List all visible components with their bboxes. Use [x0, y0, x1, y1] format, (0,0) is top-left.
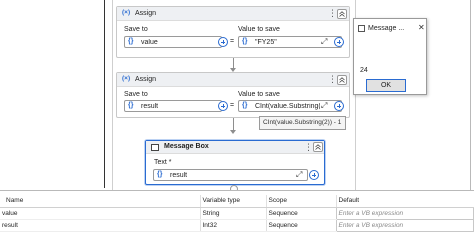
variable-type[interactable]: String: [199, 207, 266, 220]
more-vertical-icon[interactable]: ⋮: [328, 8, 337, 18]
value-to-save-value: CInt(value.Substring(2)): [255, 102, 320, 110]
curly-braces-icon: {}: [242, 102, 248, 109]
save-to-label: Save to: [124, 91, 148, 98]
text-label: Text *: [154, 159, 172, 166]
canvas-scrollbar-edge: [470, 0, 471, 190]
expand-arrows-icon[interactable]: ⤢: [321, 37, 327, 47]
expand-arrows-icon[interactable]: ⤢: [321, 101, 327, 111]
save-to-field[interactable]: {} value: [124, 36, 222, 48]
assign-x-icon: (×): [122, 75, 131, 82]
save-to-field[interactable]: {} result: [124, 100, 222, 112]
dialog-message: 24: [360, 67, 368, 74]
curly-braces-icon: {}: [157, 171, 163, 178]
dialog-title: Message ...: [368, 25, 405, 32]
table-row[interactable]: value String Sequence Enter a VB express…: [0, 206, 474, 220]
curly-braces-icon: {}: [128, 38, 134, 45]
column-header-default[interactable]: Default: [335, 195, 474, 208]
variable-default-input[interactable]: Enter a VB expression: [335, 206, 474, 220]
chevron-up-double-icon[interactable]: [337, 9, 347, 19]
variable-scope[interactable]: Sequence: [265, 219, 336, 232]
activity-title: Message Box: [164, 143, 209, 150]
more-vertical-icon[interactable]: ⋮: [328, 74, 337, 84]
plus-circle-icon[interactable]: [334, 101, 344, 111]
plus-circle-icon[interactable]: [309, 170, 319, 180]
assign-x-icon: (×): [122, 9, 131, 16]
ok-button[interactable]: OK: [366, 79, 406, 92]
assign-activity-header[interactable]: (×) Assign ⋮: [117, 73, 349, 87]
expression-tooltip: CInt(value.Substring(2)) - 1: [259, 116, 346, 130]
save-to-value: value: [141, 38, 158, 46]
variables-panel: Name Variable type Scope Default value S…: [0, 190, 474, 248]
variable-name[interactable]: value: [0, 207, 200, 220]
curly-braces-icon: {}: [242, 38, 248, 45]
text-field[interactable]: {} result: [153, 169, 308, 181]
column-header-variable-type[interactable]: Variable type: [199, 195, 266, 208]
plus-circle-icon[interactable]: [334, 37, 344, 47]
message-box-icon: [151, 144, 159, 151]
variables-header-row: Name Variable type Scope Default: [0, 195, 474, 208]
canvas-left-divider: [104, 0, 105, 188]
variable-type[interactable]: Int32: [199, 219, 266, 232]
variables-table: Name Variable type Scope Default value S…: [0, 195, 474, 232]
value-to-save-label: Value to save: [238, 91, 280, 98]
save-to-label: Save to: [124, 26, 148, 33]
close-icon[interactable]: ✕: [418, 23, 425, 32]
table-row[interactable]: result Int32 Sequence Enter a VB express…: [0, 218, 474, 232]
variable-name[interactable]: result: [0, 219, 200, 232]
value-to-save-value: "FY25": [255, 38, 277, 46]
more-vertical-icon[interactable]: ⋮: [304, 142, 313, 152]
assign-activity-2[interactable]: (×) Assign ⋮ Save to Value to save {} re…: [116, 72, 350, 118]
expand-arrows-icon[interactable]: ⤢: [296, 170, 302, 180]
equals-sign: =: [230, 38, 235, 45]
activity-title: Assign: [135, 76, 157, 83]
save-to-value: result: [141, 102, 159, 110]
column-header-name[interactable]: Name: [0, 195, 200, 208]
assign-activity-1[interactable]: (×) Assign ⋮ Save to Value to save {} va…: [116, 6, 350, 58]
variable-default-input[interactable]: Enter a VB expression: [335, 218, 474, 232]
plus-circle-icon[interactable]: [218, 101, 228, 111]
value-to-save-label: Value to save: [238, 26, 280, 33]
equals-sign: =: [230, 102, 235, 109]
column-header-scope[interactable]: Scope: [265, 195, 336, 208]
connector-arrow: [230, 130, 236, 134]
activity-title: Assign: [135, 10, 157, 17]
variable-scope[interactable]: Sequence: [265, 207, 336, 220]
message-box-activity[interactable]: Message Box ⋮ Text * {} result ⤢: [145, 140, 325, 185]
message-box-header[interactable]: Message Box ⋮: [146, 141, 324, 154]
chevron-up-double-icon[interactable]: [337, 75, 347, 85]
window-icon: [358, 25, 365, 32]
plus-circle-icon[interactable]: [218, 37, 228, 47]
chevron-up-double-icon[interactable]: [313, 142, 323, 152]
assign-activity-header[interactable]: (×) Assign ⋮: [117, 7, 349, 21]
curly-braces-icon: {}: [128, 102, 134, 109]
text-value: result: [170, 171, 188, 179]
